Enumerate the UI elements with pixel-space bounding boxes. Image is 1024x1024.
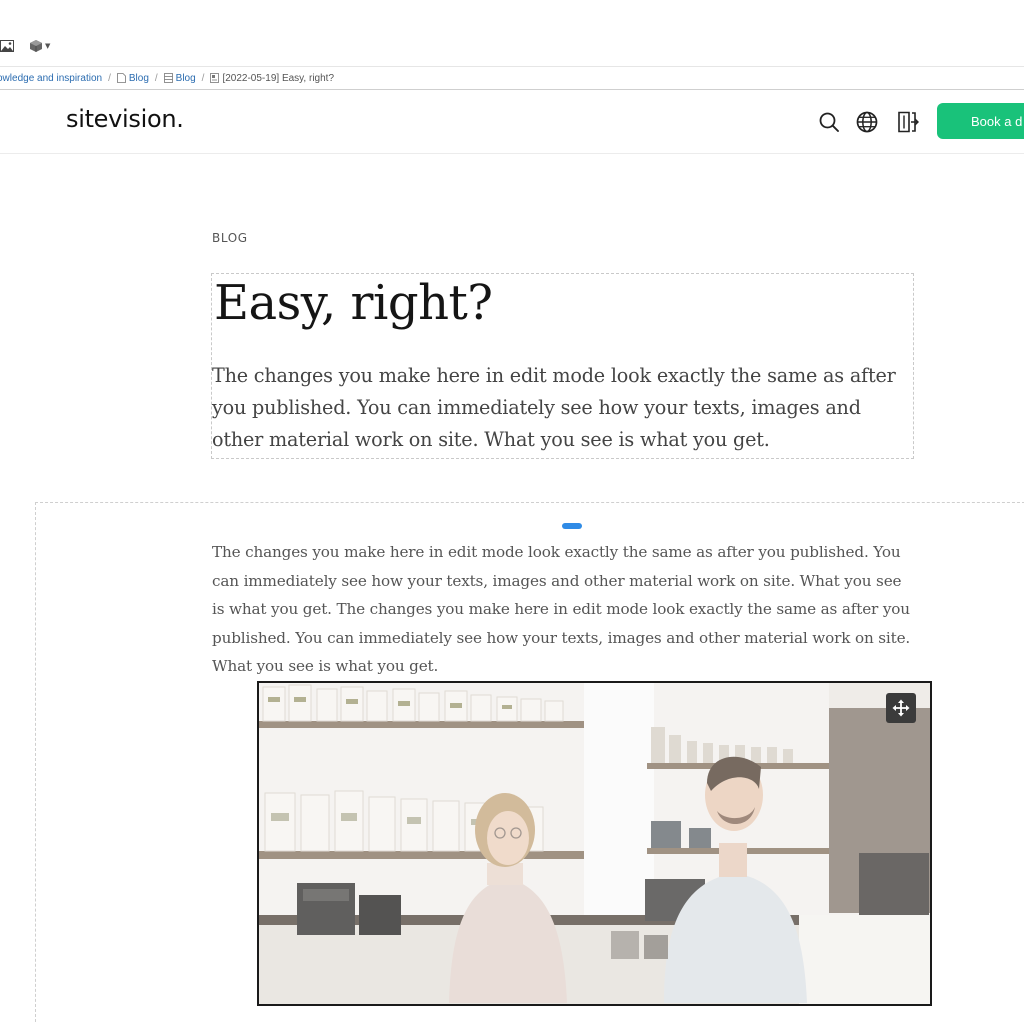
cube-icon[interactable]: ▼ bbox=[29, 38, 50, 54]
breadcrumb-item-blog-page[interactable]: Blog bbox=[116, 73, 149, 84]
move-handle-button[interactable] bbox=[886, 693, 916, 723]
page-icon bbox=[116, 73, 126, 83]
coffee-shop-photo bbox=[259, 683, 930, 1004]
article-lead[interactable]: The changes you make here in edit mode l… bbox=[212, 360, 914, 456]
breadcrumb-separator: / bbox=[108, 72, 111, 84]
intro-editable-region[interactable]: Easy, right? The changes you make here i… bbox=[211, 273, 914, 459]
breadcrumb: owledge and inspiration / Blog / Blog / … bbox=[0, 66, 1024, 90]
login-icon[interactable] bbox=[896, 110, 920, 134]
editor-toolbar: ▼ bbox=[0, 0, 1024, 66]
globe-icon[interactable] bbox=[855, 110, 879, 134]
article-image[interactable] bbox=[257, 681, 932, 1006]
image-icon[interactable] bbox=[0, 38, 14, 54]
article-body[interactable]: The changes you make here in edit mode l… bbox=[212, 538, 914, 681]
breadcrumb-item-current[interactable]: [2022-05-19] Easy, right? bbox=[210, 73, 334, 84]
archive-icon bbox=[163, 73, 173, 83]
book-demo-button[interactable]: Book a d bbox=[937, 103, 1024, 139]
article-icon bbox=[210, 73, 220, 83]
breadcrumb-item-blog-archive[interactable]: Blog bbox=[163, 73, 196, 84]
breadcrumb-separator: / bbox=[154, 72, 158, 84]
breadcrumb-item-knowledge[interactable]: owledge and inspiration bbox=[0, 73, 102, 84]
search-icon[interactable] bbox=[817, 110, 841, 134]
chevron-down-icon[interactable]: ▼ bbox=[45, 42, 50, 50]
move-icon bbox=[892, 699, 910, 717]
drag-handle[interactable] bbox=[562, 523, 582, 529]
article-category: BLOG bbox=[212, 231, 248, 245]
breadcrumb-separator: / bbox=[201, 72, 205, 84]
site-logo[interactable]: sitevision. bbox=[66, 105, 184, 133]
page-title[interactable]: Easy, right? bbox=[214, 274, 493, 332]
site-header: sitevision. Book a d bbox=[0, 90, 1024, 154]
